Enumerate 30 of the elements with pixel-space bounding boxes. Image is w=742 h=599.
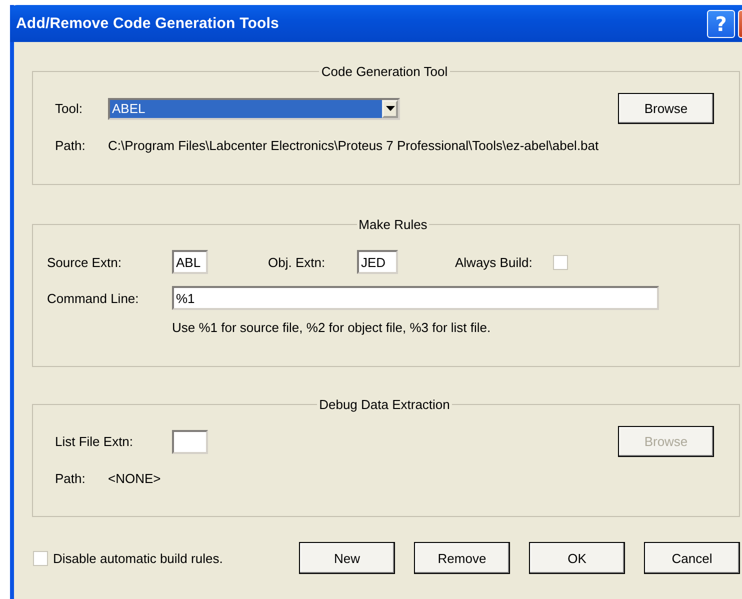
hint-text: Use %1 for source file, %2 for object file, %3 for list file.	[172, 320, 491, 335]
field-label: Tool:	[55, 101, 84, 116]
dialog-button[interactable]: Remove	[414, 542, 510, 574]
tool-dropdown[interactable]: ABEL	[108, 98, 400, 120]
dialog-button[interactable]: OK	[529, 542, 625, 574]
window-title: Add/Remove Code Generation Tools	[16, 15, 280, 32]
path-value: C:\Program Files\Labcenter Electronics\Proteus 7 Professional\Tools\ez-abel\abel.bat	[108, 138, 599, 153]
group-title: Debug Data Extraction	[318, 397, 451, 412]
command-line-field[interactable]: %1	[172, 286, 659, 310]
group-title: Code Generation Tool	[320, 64, 449, 79]
help-button[interactable]: ?	[707, 10, 735, 38]
checkbox-label: Disable automatic build rules.	[53, 550, 223, 566]
list-extension-field[interactable]	[172, 430, 208, 454]
always-build-checkbox[interactable]	[553, 254, 568, 270]
field-label: Source Extn:	[47, 254, 122, 270]
disable-rules-checkbox[interactable]	[33, 550, 48, 566]
field-label: Obj. Extn:	[268, 254, 326, 270]
path-value: <NONE>	[108, 471, 161, 486]
source-extension-field[interactable]: ABL	[172, 250, 208, 274]
group-title: Make Rules	[358, 217, 428, 232]
browse-button[interactable]: Browse	[618, 93, 714, 124]
field-label: Path:	[55, 471, 86, 486]
dropdown-value: ABEL	[110, 100, 382, 118]
field-label: Path:	[55, 138, 86, 153]
dialog-button[interactable]: Cancel	[644, 542, 740, 574]
field-label: Command Line:	[47, 290, 140, 306]
checkbox-label: Always Build:	[455, 254, 534, 270]
dialog-button[interactable]: New	[299, 542, 395, 574]
object-extension-field[interactable]: JED	[357, 250, 398, 274]
field-label: List File Extn:	[55, 434, 134, 449]
